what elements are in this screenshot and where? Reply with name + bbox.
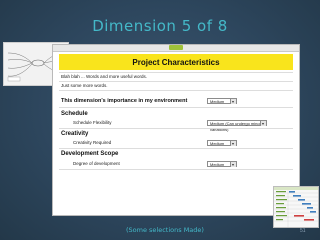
page-number: 51 (300, 228, 306, 234)
project-characteristics-screenshot: Project Characteristics Blah blah ... Wo… (52, 44, 300, 216)
gantt-chart-image (274, 187, 318, 227)
creativity-required-value: Medium (210, 141, 225, 146)
section-heading-development-scope: Development Scope (61, 151, 119, 157)
section-heading-schedule: Schedule (61, 111, 88, 117)
intro-line-2: Just some more words. (61, 83, 108, 88)
chevron-down-icon (230, 99, 236, 104)
gantt-thumbnail (273, 186, 319, 228)
chevron-down-icon (260, 121, 266, 126)
degree-of-development-select[interactable]: Medium (207, 161, 237, 167)
chevron-down-icon (230, 141, 236, 146)
divider (59, 148, 293, 149)
divider (59, 72, 293, 73)
schedule-flexibility-select[interactable]: Medium (Can undergo minor variations) (207, 120, 267, 132)
chevron-down-icon (230, 162, 236, 167)
degree-of-development-label: Degree of development (73, 161, 120, 166)
topbar-indicator (169, 45, 183, 50)
creativity-required-label: Creativity Required (73, 140, 112, 145)
slide-caption: (Some selections Made) (126, 226, 204, 234)
intro-line-1: Blah blah ... Words and more useful word… (61, 74, 147, 79)
divider (59, 107, 293, 108)
doc-header: Project Characteristics (59, 54, 293, 70)
divider (59, 90, 293, 91)
importance-select-value: Medium (210, 99, 225, 104)
creativity-required-select[interactable]: Medium (207, 140, 237, 146)
divider (59, 81, 293, 82)
degree-of-development-value: Medium (210, 162, 225, 167)
schedule-flexibility-value: Medium (Can undergo minor variations) (210, 121, 261, 132)
divider (59, 128, 293, 129)
section-heading-creativity: Creativity (61, 131, 89, 137)
doc-topbar (53, 45, 299, 52)
schedule-flexibility-label: Schedule Flexibility (73, 120, 112, 125)
divider (59, 169, 293, 170)
importance-select[interactable]: Medium (207, 98, 237, 104)
slide-title: Dimension 5 of 8 (92, 17, 228, 35)
importance-heading: This dimension's importance in my enviro… (61, 98, 188, 104)
